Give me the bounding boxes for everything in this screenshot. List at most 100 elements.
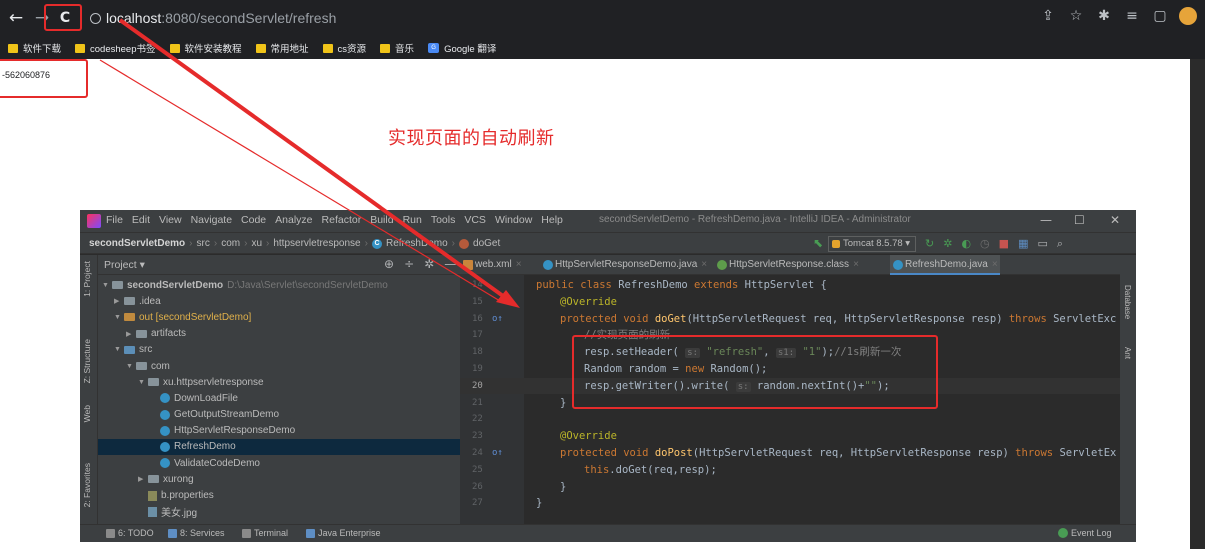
tree-item[interactable]: ▼ src: [98, 342, 460, 358]
tree-item-label: DownLoadFile: [174, 392, 238, 404]
profile-icon[interactable]: ◷: [980, 237, 990, 251]
window-icon[interactable]: ▭: [1037, 237, 1047, 251]
crumb-class[interactable]: RefreshDemo: [386, 238, 448, 249]
avatar[interactable]: [1179, 7, 1197, 25]
stop-icon[interactable]: ■: [999, 237, 1009, 251]
bookmark-item[interactable]: 音乐: [380, 41, 414, 55]
menu-run[interactable]: Run: [403, 214, 422, 226]
expand-arrow-icon[interactable]: ▶: [126, 330, 136, 338]
rerun-icon[interactable]: ↻: [925, 237, 934, 251]
override-marker-icon[interactable]: o↑: [492, 445, 503, 461]
hide-icon[interactable]: —: [444, 257, 456, 271]
debug-icon[interactable]: ✲: [943, 237, 952, 251]
locate-icon[interactable]: ⊕: [384, 257, 394, 271]
maximize-button[interactable]: ☐: [1074, 213, 1085, 227]
crumb-com[interactable]: com: [221, 238, 240, 249]
tab-web-xml[interactable]: web.xml ×: [460, 255, 522, 275]
menu-edit[interactable]: Edit: [132, 214, 150, 226]
crumb-method[interactable]: doGet: [473, 238, 500, 249]
tab-refreshdemo[interactable]: RefreshDemo.java ×: [890, 255, 1000, 275]
bookmark-item[interactable]: 软件安装教程: [169, 41, 242, 55]
override-marker-icon[interactable]: o↑: [492, 311, 503, 327]
build-hammer-icon[interactable]: ⬉: [813, 236, 823, 250]
page-scrollbar[interactable]: [1190, 59, 1205, 549]
expand-arrow-icon[interactable]: ▼: [114, 346, 124, 353]
crumb-project[interactable]: secondServletDemo: [89, 238, 185, 249]
close-icon[interactable]: ×: [853, 259, 859, 270]
tab-project[interactable]: 1: Project: [82, 261, 92, 297]
project-structure-icon[interactable]: ▦: [1018, 237, 1028, 251]
expand-arrow-icon[interactable]: ▶: [138, 475, 148, 483]
tab-database[interactable]: Database: [1123, 285, 1132, 319]
run-config-select[interactable]: Tomcat 8.5.78 ▾: [828, 236, 916, 252]
collapse-icon[interactable]: ÷: [404, 257, 414, 271]
services-tab[interactable]: 8: Services: [168, 528, 225, 538]
menu-build[interactable]: Build: [370, 214, 393, 226]
tree-item[interactable]: ▶ artifacts: [98, 326, 460, 342]
menu-vcs[interactable]: VCS: [464, 214, 486, 226]
crumb-src[interactable]: src: [197, 238, 210, 249]
java-enterprise-tab[interactable]: Java Enterprise: [306, 528, 381, 538]
tree-item[interactable]: HttpServletResponseDemo: [98, 423, 460, 439]
tab-ant[interactable]: Ant: [1123, 347, 1132, 359]
terminal-tab[interactable]: Terminal: [242, 528, 288, 538]
menu-tools[interactable]: Tools: [431, 214, 456, 226]
close-icon[interactable]: ×: [701, 259, 707, 270]
crumb-package[interactable]: httpservletresponse: [273, 238, 360, 249]
tab-httpservletresponse-class[interactable]: HttpServletResponse.class ×: [714, 255, 859, 275]
bookmark-item[interactable]: codesheep书签: [75, 41, 156, 55]
crumb-xu[interactable]: xu: [251, 238, 262, 249]
close-button[interactable]: ✕: [1110, 213, 1120, 227]
extension-icon[interactable]: ✱: [1095, 8, 1113, 24]
tree-item[interactable]: GetOutputStreamDemo: [98, 407, 460, 423]
minimize-button[interactable]: —: [1040, 213, 1052, 227]
tab-web[interactable]: Web: [82, 405, 92, 422]
menu-navigate[interactable]: Navigate: [191, 214, 232, 226]
address-bar[interactable]: localhost:8080/secondServlet/refresh: [90, 6, 336, 30]
expand-arrow-icon[interactable]: ▼: [138, 379, 148, 386]
tree-item[interactable]: DownLoadFile: [98, 390, 460, 406]
reading-list-icon[interactable]: ≡: [1123, 8, 1141, 24]
coverage-icon[interactable]: ◐: [961, 237, 971, 251]
tree-item[interactable]: b.properties: [98, 487, 460, 503]
expand-arrow-icon[interactable]: ▼: [102, 282, 112, 289]
todo-tab[interactable]: 6: TODO: [106, 528, 154, 538]
expand-arrow-icon[interactable]: ▶: [114, 297, 124, 305]
tree-item[interactable]: ▼ out [secondServletDemo]: [98, 309, 460, 325]
tree-item[interactable]: ▶ xurong: [98, 471, 460, 487]
tree-item[interactable]: ▼ com: [98, 358, 460, 374]
tab-structure[interactable]: Z: Structure: [82, 339, 92, 383]
expand-arrow-icon[interactable]: ▼: [114, 314, 124, 321]
expand-arrow-icon[interactable]: ▼: [126, 363, 136, 370]
tree-item[interactable]: ▶ .idea: [98, 293, 460, 309]
close-icon[interactable]: ×: [516, 259, 522, 270]
gear-icon[interactable]: ✲: [424, 257, 434, 271]
share-icon[interactable]: ⇪: [1039, 8, 1057, 24]
menu-code[interactable]: Code: [241, 214, 266, 226]
event-log-tab[interactable]: Event Log: [1058, 528, 1112, 538]
tree-item[interactable]: RefreshDemo: [98, 438, 460, 456]
search-icon[interactable]: ⌕: [1057, 237, 1063, 251]
tree-item[interactable]: 美女.jpg: [98, 504, 460, 520]
project-view-select[interactable]: Project ▾: [104, 259, 145, 271]
menu-help[interactable]: Help: [541, 214, 563, 226]
star-icon[interactable]: ☆: [1067, 8, 1085, 24]
bookmark-item[interactable]: 常用地址: [255, 41, 309, 55]
back-button[interactable]: ←: [6, 8, 26, 28]
info-icon[interactable]: [90, 13, 101, 24]
bookmark-item[interactable]: cs资源: [322, 41, 366, 55]
tree-item[interactable]: ValidateCodeDemo: [98, 455, 460, 471]
tab-icon[interactable]: ▢: [1151, 8, 1169, 24]
bookmark-item[interactable]: 软件下载: [8, 41, 61, 55]
close-icon[interactable]: ×: [992, 259, 998, 270]
menu-refactor[interactable]: Refactor: [322, 214, 362, 226]
tree-item[interactable]: ▼ secondServletDemo D:\Java\Servlet\second…: [98, 277, 460, 293]
tab-httpservletresponsedemo[interactable]: HttpServletResponseDemo.java ×: [540, 255, 707, 275]
menu-file[interactable]: File: [106, 214, 123, 226]
tab-favorites[interactable]: 2: Favorites: [82, 463, 92, 507]
bookmark-item[interactable]: G Google 翻译: [428, 41, 496, 55]
menu-window[interactable]: Window: [495, 214, 532, 226]
tree-item[interactable]: ▼ xu.httpservletresponse: [98, 374, 460, 390]
menu-view[interactable]: View: [159, 214, 182, 226]
menu-analyze[interactable]: Analyze: [275, 214, 312, 226]
